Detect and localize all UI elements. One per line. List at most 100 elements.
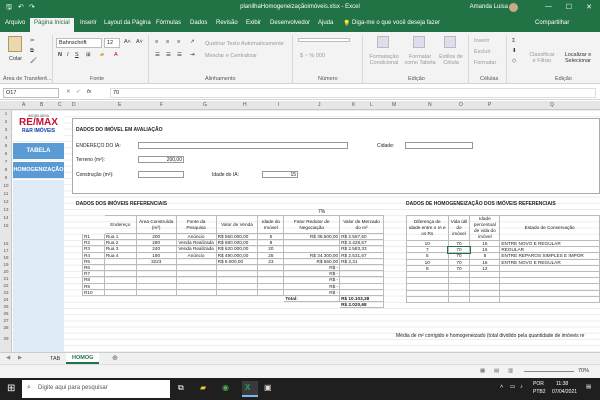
name-box[interactable]: O17: [3, 88, 59, 98]
number-format-select[interactable]: [298, 38, 350, 42]
clock-time[interactable]: 11:38: [556, 381, 568, 387]
tell-me-search[interactable]: Diga-me o que você deseja fazer: [352, 20, 440, 26]
row-27[interactable]: 27: [0, 318, 12, 323]
align-center-icon[interactable]: ☰: [166, 52, 171, 58]
tab-layout[interactable]: Layout da Página: [104, 20, 151, 26]
file-explorer-icon[interactable]: ▰: [200, 383, 206, 392]
font-name-select[interactable]: Bahnschrift: [56, 38, 102, 48]
tab-arquivo[interactable]: Arquivo: [5, 20, 25, 26]
col-o[interactable]: O: [459, 102, 463, 108]
format-painter-icon[interactable]: 🖌: [30, 58, 37, 64]
tab-dados[interactable]: Dados: [190, 20, 207, 26]
col-a[interactable]: A: [22, 102, 25, 108]
orientation-icon[interactable]: ↗: [190, 39, 195, 45]
close-icon[interactable]: ✕: [586, 3, 592, 11]
conditional-format-button[interactable]: Formatação Condicional: [366, 54, 402, 66]
row-15[interactable]: 15: [0, 223, 12, 228]
row-12[interactable]: 12: [0, 199, 12, 204]
maximize-icon[interactable]: ☐: [566, 3, 572, 11]
ref-cell[interactable]: Venda Realizada: [175, 245, 217, 253]
col-i[interactable]: I: [278, 102, 279, 108]
average-value[interactable]: R$ 2.020,68: [339, 301, 384, 309]
tray-chevron-icon[interactable]: ˄: [500, 384, 503, 390]
next-sheet-icon[interactable]: ▶: [18, 355, 22, 361]
excel-taskbar-icon[interactable]: X: [242, 381, 258, 397]
row-1[interactable]: 1: [0, 111, 12, 116]
zoom-slider[interactable]: [524, 371, 574, 372]
row-18[interactable]: 18: [0, 255, 12, 260]
align-bottom-icon[interactable]: ≡: [177, 39, 180, 45]
insert-cells-button[interactable]: Inserir: [474, 38, 489, 44]
tab-pagina-inicial[interactable]: Página Inicial: [30, 18, 74, 32]
chrome-icon[interactable]: ◉: [222, 383, 229, 392]
align-right-icon[interactable]: ☰: [177, 52, 182, 58]
row-14[interactable]: 14: [0, 215, 12, 220]
italic-icon[interactable]: I: [67, 52, 69, 58]
nav-homogenizacao-button[interactable]: HOMOGENIZAÇÃO: [13, 162, 64, 178]
col-c[interactable]: C: [58, 102, 62, 108]
delete-cells-button[interactable]: Excluir: [474, 49, 491, 55]
minimize-icon[interactable]: —: [545, 3, 552, 10]
row-6[interactable]: 6: [0, 151, 12, 156]
row-4[interactable]: 4: [0, 135, 12, 140]
indent-icon[interactable]: ⇥: [190, 52, 195, 58]
font-size-select[interactable]: 12: [104, 38, 120, 48]
align-top-icon[interactable]: ≡: [155, 39, 158, 45]
terreno-input[interactable]: 200,00: [138, 156, 184, 163]
paste-button[interactable]: Colar: [9, 56, 22, 62]
fx-icon[interactable]: fx: [87, 89, 91, 95]
zoom-level[interactable]: 70%: [578, 368, 589, 374]
copy-icon[interactable]: ⧉: [30, 48, 34, 55]
nav-tabela-button[interactable]: TABELA: [13, 143, 64, 159]
fill-icon[interactable]: ⬇: [512, 48, 517, 54]
row-13[interactable]: 13: [0, 207, 12, 212]
volume-icon[interactable]: ♪: [520, 384, 523, 390]
paste-icon[interactable]: [8, 36, 22, 52]
cell-styles-button[interactable]: Estilos de Célula: [437, 54, 465, 66]
align-middle-icon[interactable]: ≡: [166, 39, 169, 45]
merge-center-button[interactable]: Mesclar e Centralizar: [205, 53, 257, 59]
tab-ajuda[interactable]: Ajuda: [318, 20, 333, 26]
task-view-icon[interactable]: ⧉: [178, 383, 184, 393]
bold-icon[interactable]: N: [58, 52, 62, 58]
col-k[interactable]: K: [352, 102, 355, 108]
underline-icon[interactable]: S: [75, 52, 79, 58]
col-p[interactable]: P: [488, 102, 491, 108]
endereco-input[interactable]: [138, 142, 348, 149]
col-h[interactable]: H: [243, 102, 247, 108]
row-11[interactable]: 11: [0, 191, 12, 196]
row-5[interactable]: 5: [0, 143, 12, 148]
col-l[interactable]: L: [370, 102, 373, 108]
col-e[interactable]: E: [118, 102, 121, 108]
sheet-tab-tab[interactable]: TAB: [50, 356, 60, 362]
align-left-icon[interactable]: ☰: [155, 52, 160, 58]
fill-color-icon[interactable]: ▰: [100, 52, 104, 58]
col-b[interactable]: B: [40, 102, 43, 108]
row-3[interactable]: 3: [0, 127, 12, 132]
keyboard-indicator[interactable]: PTB2: [533, 389, 546, 395]
page-layout-icon[interactable]: ▤: [494, 368, 499, 374]
clear-icon[interactable]: ◇: [512, 58, 516, 64]
language-indicator[interactable]: POR: [533, 381, 544, 387]
borders-icon[interactable]: ⊞: [86, 52, 91, 58]
row-7[interactable]: 7: [0, 159, 12, 164]
grow-font-icon[interactable]: A˄: [124, 39, 131, 45]
col-j[interactable]: J: [318, 102, 321, 108]
row-28[interactable]: 28: [0, 325, 12, 330]
normal-view-icon[interactable]: ▦: [480, 368, 485, 374]
windows-start-icon[interactable]: ⊞: [7, 383, 15, 394]
row-2[interactable]: 2: [0, 119, 12, 124]
construcao-input[interactable]: [138, 171, 184, 178]
sheet-tab-homog[interactable]: HOMOG: [66, 353, 100, 364]
ref-cell[interactable]: Venda Realizada: [175, 239, 217, 247]
tab-inserir[interactable]: Inserir: [80, 20, 97, 26]
row-26[interactable]: 26: [0, 311, 12, 316]
tab-formulas[interactable]: Fórmulas: [156, 20, 181, 26]
row-19[interactable]: 19: [0, 262, 12, 267]
cut-icon[interactable]: ✂: [30, 38, 35, 44]
shrink-font-icon[interactable]: A˅: [136, 39, 143, 45]
row-24[interactable]: 24: [0, 297, 12, 302]
col-g[interactable]: G: [203, 102, 207, 108]
tab-revisao[interactable]: Revisão: [216, 20, 238, 26]
font-color-icon[interactable]: A: [114, 52, 118, 58]
